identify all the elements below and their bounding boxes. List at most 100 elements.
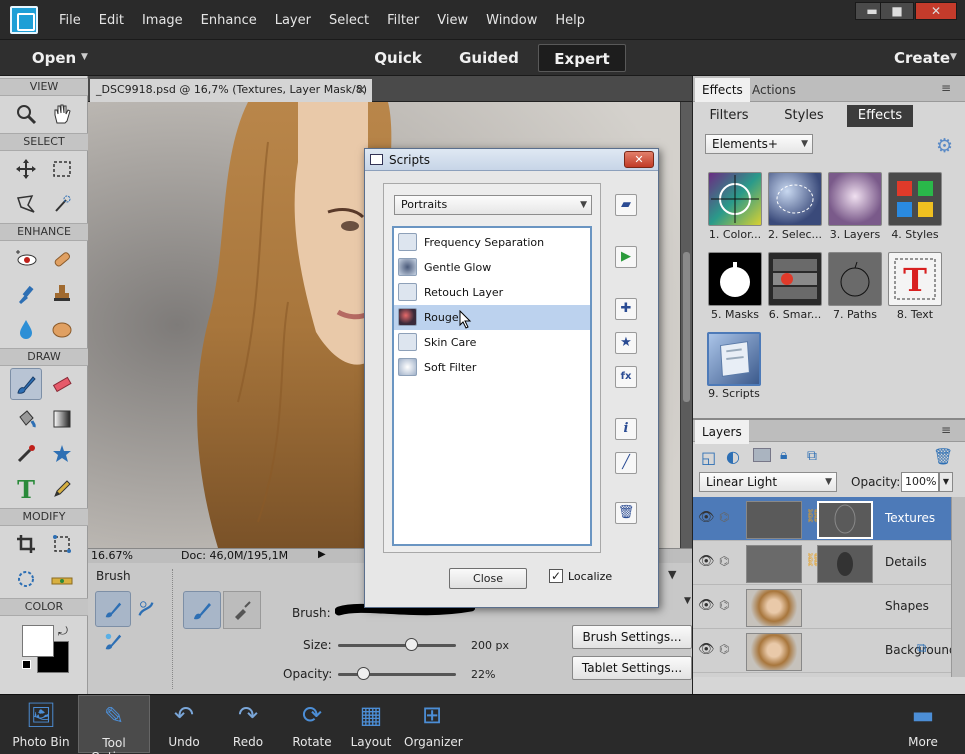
settings-gear-icon[interactable]: ⚙ <box>936 135 953 157</box>
airbrush-icon[interactable] <box>223 591 261 629</box>
edit-pencil-icon[interactable]: ╱ <box>615 452 637 474</box>
more-button[interactable]: ▬ More <box>902 695 944 753</box>
effect-thumb-styles[interactable] <box>888 172 942 226</box>
visibility-eye-icon[interactable]: 👁︎ <box>698 510 715 525</box>
foreground-color-swatch[interactable] <box>22 625 54 657</box>
menu-help[interactable]: Help <box>546 13 594 28</box>
pencil-tool-icon[interactable] <box>46 473 78 505</box>
layer-row-shapes[interactable]: 👁︎ ⌬ Shapes <box>693 585 951 629</box>
effect-thumb-scripts[interactable] <box>707 332 761 386</box>
sponge-tool-icon[interactable] <box>46 313 78 345</box>
scripts-list[interactable]: Frequency Separation Gentle Glow Retouch… <box>392 226 592 546</box>
eraser-tool-icon[interactable] <box>46 368 78 400</box>
impressionist-brush-icon[interactable] <box>128 591 164 627</box>
straighten-tool-icon[interactable] <box>46 563 78 595</box>
close-tab-icon[interactable]: ✕ <box>356 79 366 101</box>
layers-menu-icon[interactable]: ≡ <box>941 423 951 437</box>
close-window-button[interactable]: ✕ <box>915 2 957 20</box>
opacity-dropdown-icon[interactable]: ▼ <box>939 472 953 492</box>
dialog-close-button[interactable]: Close <box>449 568 527 589</box>
script-item-soft-filter[interactable]: Soft Filter <box>394 355 590 380</box>
brush-settings-button[interactable]: Brush Settings... <box>572 625 692 649</box>
tool-options-button[interactable]: ✎ Tool Options <box>78 695 150 754</box>
size-slider[interactable] <box>338 644 456 647</box>
type-tool-icon[interactable]: T <box>10 473 42 505</box>
background-lock-icon[interactable]: ⧉ <box>917 641 926 656</box>
layer-row-textures[interactable]: 👁︎ ⌬ ⛓︎ Textures <box>693 497 951 541</box>
clone-stamp-tool-icon[interactable] <box>46 278 78 310</box>
marquee-tool-icon[interactable] <box>46 153 78 185</box>
menu-image[interactable]: Image <box>133 13 192 28</box>
menu-filter[interactable]: Filter <box>378 13 428 28</box>
custom-shape-tool-icon[interactable] <box>46 438 78 470</box>
tab-effects[interactable]: Effects <box>695 78 750 102</box>
canvas-vertical-scrollbar[interactable] <box>680 102 692 548</box>
adjustment-layer-icon[interactable]: ◐ <box>726 447 740 466</box>
tablet-settings-button[interactable]: Tablet Settings... <box>572 656 692 680</box>
visibility-eye-icon[interactable]: 👁︎ <box>698 598 715 613</box>
lock-icon[interactable]: 🔒︎ <box>780 447 787 463</box>
localize-checkbox[interactable]: ✓ <box>549 569 563 583</box>
crop-tool-icon[interactable] <box>10 528 42 560</box>
mode-quick-button[interactable]: Quick <box>366 44 430 72</box>
blend-mode-dropdown[interactable]: Linear Light ▼ <box>699 472 837 492</box>
content-aware-move-icon[interactable] <box>10 563 42 595</box>
quick-selection-tool-icon[interactable] <box>46 188 78 220</box>
delete-layer-icon[interactable]: 🗑︎ <box>933 447 953 466</box>
effect-thumb-paths[interactable] <box>828 252 882 306</box>
menu-window[interactable]: Window <box>477 13 546 28</box>
effect-thumb-layers[interactable] <box>828 172 882 226</box>
add-script-icon[interactable]: ✚ <box>615 298 637 320</box>
layer-mask-thumb-details[interactable] <box>817 545 873 583</box>
segment-effects[interactable]: Effects <box>847 105 913 127</box>
layer-row-details[interactable]: 👁︎ ⌬ ⛓︎ Details <box>693 541 951 585</box>
brush-dropdown-icon[interactable]: ▼ <box>684 596 691 606</box>
photo-bin-button[interactable]: 🖼︎ Photo Bin <box>10 695 72 753</box>
menu-select[interactable]: Select <box>320 13 378 28</box>
smart-brush-tool-icon[interactable] <box>10 278 42 310</box>
dialog-close-icon[interactable]: ✕ <box>624 151 654 168</box>
red-eye-tool-icon[interactable] <box>10 243 42 275</box>
layer-mask-icon[interactable] <box>753 448 771 462</box>
open-button[interactable]: Open <box>24 44 84 72</box>
size-slider-thumb[interactable] <box>405 638 419 651</box>
brush-tool-icon[interactable] <box>10 368 42 400</box>
tab-actions[interactable]: Actions <box>745 78 803 102</box>
fx-icon[interactable]: fx <box>615 366 637 388</box>
layer-opacity-field[interactable]: 100% <box>901 472 939 492</box>
new-layer-icon[interactable]: ◱ <box>701 448 716 467</box>
layer-link-icon[interactable]: ⌬ <box>719 510 729 524</box>
open-dropdown-icon[interactable]: ▼ <box>81 52 88 62</box>
maximize-button[interactable]: ■ <box>880 2 914 20</box>
brush-mode-icon[interactable] <box>95 591 131 627</box>
zoom-tool-icon[interactable] <box>10 98 42 130</box>
script-category-dropdown[interactable]: Portraits ▼ <box>394 195 592 215</box>
mode-expert-button[interactable]: Expert <box>538 44 626 72</box>
dialog-title-bar[interactable]: Scripts <box>365 149 658 171</box>
script-item-skin-care[interactable]: Skin Care <box>394 330 590 355</box>
eyedropper-tool-icon[interactable] <box>10 438 42 470</box>
link-layers-icon[interactable]: ⧉ <box>807 448 817 464</box>
script-item-rouge[interactable]: Rouge <box>394 305 590 330</box>
paint-bucket-tool-icon[interactable] <box>10 403 42 435</box>
recompose-tool-icon[interactable] <box>46 528 78 560</box>
effect-thumb-text[interactable]: T <box>888 252 942 306</box>
menu-edit[interactable]: Edit <box>90 13 133 28</box>
layer-mask-thumb-textures[interactable] <box>817 501 873 539</box>
menu-file[interactable]: File <box>50 13 90 28</box>
document-tab[interactable]: _DSC9918.psd @ 16,7% (Textures, Layer Ma… <box>90 79 372 118</box>
effect-thumb-color[interactable] <box>708 172 762 226</box>
swap-colors-icon[interactable]: ⤾ <box>58 624 68 639</box>
tab-layers[interactable]: Layers <box>695 420 749 444</box>
effect-thumb-smart[interactable] <box>768 252 822 306</box>
info-icon[interactable]: i <box>615 418 637 440</box>
undo-button[interactable]: ↶ Undo <box>164 695 204 753</box>
script-item-gentle-glow[interactable]: Gentle Glow <box>394 255 590 280</box>
layer-link-icon[interactable]: ⌬ <box>719 642 729 656</box>
visibility-eye-icon[interactable]: 👁︎ <box>698 554 715 569</box>
lasso-tool-icon[interactable] <box>10 188 42 220</box>
default-colors-icon[interactable] <box>22 660 31 669</box>
menu-enhance[interactable]: Enhance <box>192 13 266 28</box>
gradient-tool-icon[interactable] <box>46 403 78 435</box>
effect-thumb-masks[interactable] <box>708 252 762 306</box>
